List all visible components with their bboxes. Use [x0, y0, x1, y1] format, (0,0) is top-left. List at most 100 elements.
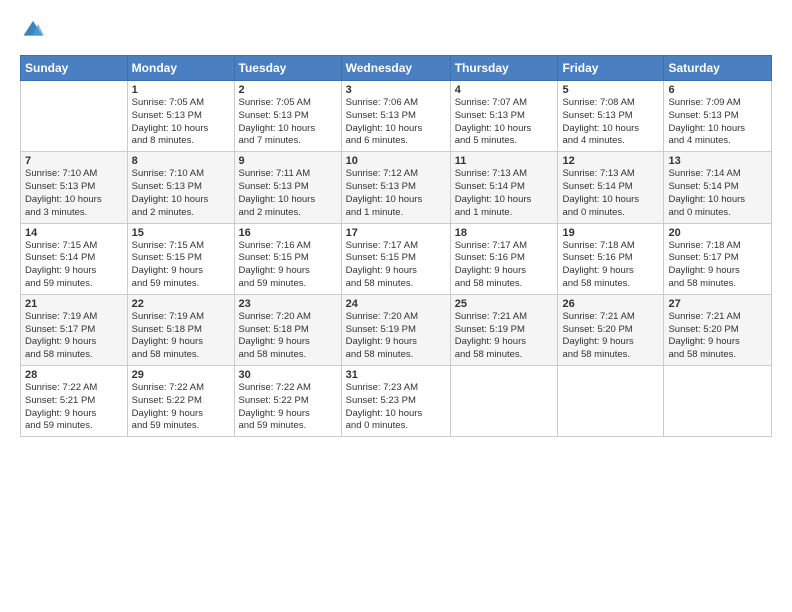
day-info: Sunrise: 7:22 AM Sunset: 5:21 PM Dayligh… [25, 382, 123, 433]
day-info: Sunrise: 7:13 AM Sunset: 5:14 PM Dayligh… [455, 168, 554, 219]
day-info: Sunrise: 7:08 AM Sunset: 5:13 PM Dayligh… [562, 97, 659, 148]
calendar-cell: 24Sunrise: 7:20 AM Sunset: 5:19 PM Dayli… [341, 294, 450, 365]
day-info: Sunrise: 7:17 AM Sunset: 5:15 PM Dayligh… [346, 240, 446, 291]
calendar-cell: 18Sunrise: 7:17 AM Sunset: 5:16 PM Dayli… [450, 223, 558, 294]
day-number: 5 [562, 84, 659, 96]
day-info: Sunrise: 7:14 AM Sunset: 5:14 PM Dayligh… [668, 168, 767, 219]
day-number: 21 [25, 298, 123, 310]
calendar-cell: 28Sunrise: 7:22 AM Sunset: 5:21 PM Dayli… [21, 366, 128, 437]
day-info: Sunrise: 7:23 AM Sunset: 5:23 PM Dayligh… [346, 382, 446, 433]
calendar-header-tuesday: Tuesday [234, 56, 341, 81]
calendar-cell: 7Sunrise: 7:10 AM Sunset: 5:13 PM Daylig… [21, 152, 128, 223]
calendar-cell: 16Sunrise: 7:16 AM Sunset: 5:15 PM Dayli… [234, 223, 341, 294]
calendar-cell [664, 366, 772, 437]
day-number: 29 [132, 369, 230, 381]
day-number: 1 [132, 84, 230, 96]
calendar-cell: 8Sunrise: 7:10 AM Sunset: 5:13 PM Daylig… [127, 152, 234, 223]
day-info: Sunrise: 7:21 AM Sunset: 5:20 PM Dayligh… [562, 311, 659, 362]
calendar-cell: 17Sunrise: 7:17 AM Sunset: 5:15 PM Dayli… [341, 223, 450, 294]
day-info: Sunrise: 7:09 AM Sunset: 5:13 PM Dayligh… [668, 97, 767, 148]
calendar-header-saturday: Saturday [664, 56, 772, 81]
day-number: 22 [132, 298, 230, 310]
calendar-cell: 11Sunrise: 7:13 AM Sunset: 5:14 PM Dayli… [450, 152, 558, 223]
day-number: 17 [346, 227, 446, 239]
day-number: 11 [455, 155, 554, 167]
day-number: 27 [668, 298, 767, 310]
calendar-cell: 10Sunrise: 7:12 AM Sunset: 5:13 PM Dayli… [341, 152, 450, 223]
day-info: Sunrise: 7:19 AM Sunset: 5:17 PM Dayligh… [25, 311, 123, 362]
day-info: Sunrise: 7:21 AM Sunset: 5:19 PM Dayligh… [455, 311, 554, 362]
calendar-cell: 5Sunrise: 7:08 AM Sunset: 5:13 PM Daylig… [558, 81, 664, 152]
day-number: 23 [239, 298, 337, 310]
day-info: Sunrise: 7:18 AM Sunset: 5:16 PM Dayligh… [562, 240, 659, 291]
calendar-week-row: 1Sunrise: 7:05 AM Sunset: 5:13 PM Daylig… [21, 81, 772, 152]
day-number: 26 [562, 298, 659, 310]
day-number: 4 [455, 84, 554, 96]
day-info: Sunrise: 7:05 AM Sunset: 5:13 PM Dayligh… [132, 97, 230, 148]
day-number: 10 [346, 155, 446, 167]
day-number: 15 [132, 227, 230, 239]
day-info: Sunrise: 7:07 AM Sunset: 5:13 PM Dayligh… [455, 97, 554, 148]
header [20, 18, 772, 45]
day-number: 24 [346, 298, 446, 310]
calendar-cell: 25Sunrise: 7:21 AM Sunset: 5:19 PM Dayli… [450, 294, 558, 365]
calendar-cell: 26Sunrise: 7:21 AM Sunset: 5:20 PM Dayli… [558, 294, 664, 365]
day-number: 19 [562, 227, 659, 239]
day-info: Sunrise: 7:06 AM Sunset: 5:13 PM Dayligh… [346, 97, 446, 148]
page: SundayMondayTuesdayWednesdayThursdayFrid… [0, 0, 792, 612]
day-number: 16 [239, 227, 337, 239]
calendar-cell: 20Sunrise: 7:18 AM Sunset: 5:17 PM Dayli… [664, 223, 772, 294]
calendar-cell: 3Sunrise: 7:06 AM Sunset: 5:13 PM Daylig… [341, 81, 450, 152]
day-number: 28 [25, 369, 123, 381]
day-info: Sunrise: 7:16 AM Sunset: 5:15 PM Dayligh… [239, 240, 337, 291]
calendar-header-thursday: Thursday [450, 56, 558, 81]
calendar-week-row: 21Sunrise: 7:19 AM Sunset: 5:17 PM Dayli… [21, 294, 772, 365]
calendar-week-row: 7 Sunrise: 7:10 AM Sunset: 5:13 PM Daylig… [21, 152, 772, 223]
calendar-week-row: 28Sunrise: 7:22 AM Sunset: 5:21 PM Dayli… [21, 366, 772, 437]
calendar-cell: 2Sunrise: 7:05 AM Sunset: 5:13 PM Daylig… [234, 81, 341, 152]
day-info: Sunrise: 7:12 AM Sunset: 5:13 PM Dayligh… [346, 168, 446, 219]
calendar-cell: 14Sunrise: 7:15 AM Sunset: 5:14 PM Dayli… [21, 223, 128, 294]
calendar-table: SundayMondayTuesdayWednesdayThursdayFrid… [20, 55, 772, 437]
calendar-header-row: SundayMondayTuesdayWednesdayThursdayFrid… [21, 56, 772, 81]
day-info: Sunrise: 7:21 AM Sunset: 5:20 PM Dayligh… [668, 311, 767, 362]
day-info: Sunrise: 7:05 AM Sunset: 5:13 PM Dayligh… [239, 97, 337, 148]
day-number: 7 [25, 155, 123, 167]
calendar-cell: 30Sunrise: 7:22 AM Sunset: 5:22 PM Dayli… [234, 366, 341, 437]
day-number: 2 [239, 84, 337, 96]
day-number: 3 [346, 84, 446, 96]
calendar-cell: 1Sunrise: 7:05 AM Sunset: 5:13 PM Daylig… [127, 81, 234, 152]
day-number: 13 [668, 155, 767, 167]
calendar-cell: 4Sunrise: 7:07 AM Sunset: 5:13 PM Daylig… [450, 81, 558, 152]
logo-icon [22, 18, 44, 40]
day-info: Sunrise: 7:13 AM Sunset: 5:14 PM Dayligh… [562, 168, 659, 219]
calendar-cell: 9Sunrise: 7:11 AM Sunset: 5:13 PM Daylig… [234, 152, 341, 223]
calendar-cell: 15Sunrise: 7:15 AM Sunset: 5:15 PM Dayli… [127, 223, 234, 294]
calendar-cell: 19Sunrise: 7:18 AM Sunset: 5:16 PM Dayli… [558, 223, 664, 294]
calendar-cell: 31Sunrise: 7:23 AM Sunset: 5:23 PM Dayli… [341, 366, 450, 437]
calendar-cell: 21Sunrise: 7:19 AM Sunset: 5:17 PM Dayli… [21, 294, 128, 365]
day-info: Sunrise: 7:22 AM Sunset: 5:22 PM Dayligh… [239, 382, 337, 433]
day-info: Sunrise: 7:22 AM Sunset: 5:22 PM Dayligh… [132, 382, 230, 433]
day-number: 18 [455, 227, 554, 239]
day-info: Sunrise: 7:18 AM Sunset: 5:17 PM Dayligh… [668, 240, 767, 291]
day-number: 12 [562, 155, 659, 167]
calendar-week-row: 14Sunrise: 7:15 AM Sunset: 5:14 PM Dayli… [21, 223, 772, 294]
day-number: 20 [668, 227, 767, 239]
calendar-cell: 27Sunrise: 7:21 AM Sunset: 5:20 PM Dayli… [664, 294, 772, 365]
day-info: Sunrise: 7:20 AM Sunset: 5:19 PM Dayligh… [346, 311, 446, 362]
day-number: 14 [25, 227, 123, 239]
day-number: 25 [455, 298, 554, 310]
calendar-cell: 13Sunrise: 7:14 AM Sunset: 5:14 PM Dayli… [664, 152, 772, 223]
calendar-cell [450, 366, 558, 437]
day-info: Sunrise: 7:17 AM Sunset: 5:16 PM Dayligh… [455, 240, 554, 291]
calendar-cell: 29Sunrise: 7:22 AM Sunset: 5:22 PM Dayli… [127, 366, 234, 437]
day-number: 31 [346, 369, 446, 381]
day-info: Sunrise: 7:10 AM Sunset: 5:13 PM Dayligh… [132, 168, 230, 219]
logo [20, 18, 44, 45]
day-number: 6 [668, 84, 767, 96]
day-info: Sunrise: 7:15 AM Sunset: 5:14 PM Dayligh… [25, 240, 123, 291]
calendar-cell: 22Sunrise: 7:19 AM Sunset: 5:18 PM Dayli… [127, 294, 234, 365]
calendar-cell: 6Sunrise: 7:09 AM Sunset: 5:13 PM Daylig… [664, 81, 772, 152]
day-number: 30 [239, 369, 337, 381]
